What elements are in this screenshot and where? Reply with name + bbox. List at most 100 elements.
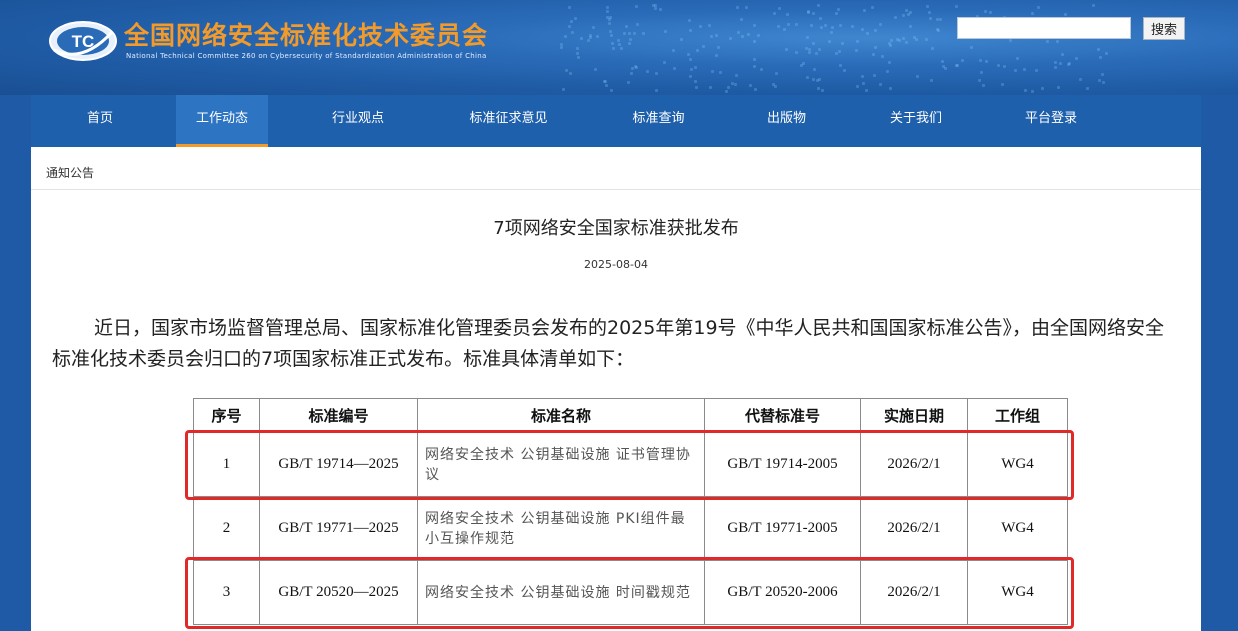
header-texture-dot [996, 63, 1000, 67]
header-texture-dot [1035, 68, 1039, 72]
header-texture-dot [941, 59, 945, 63]
header-texture-dot [808, 51, 812, 55]
header-texture-dot [820, 25, 824, 29]
header-texture-dot [838, 64, 842, 68]
header-texture-dot [753, 58, 757, 62]
header-texture-dot [831, 25, 835, 29]
header-texture-dot [862, 8, 866, 12]
header-texture-dot [838, 49, 842, 53]
table-row: 1 GB/T 19714—2025 网络安全技术 公钥基础设施 证书管理协议 G… [193, 432, 1068, 497]
header-texture-dot [880, 54, 884, 58]
header-texture-dot [611, 42, 615, 46]
header-texture-dot [865, 89, 869, 93]
header-texture-dot [714, 54, 718, 58]
header-texture-dot [808, 47, 812, 51]
search-button[interactable]: 搜索 [1143, 17, 1185, 40]
column-header: 工作组 [967, 398, 1068, 433]
header-texture-dot [642, 32, 646, 36]
header-texture-dot [805, 76, 809, 80]
header-texture-dot [1009, 39, 1013, 43]
header-texture-dot [693, 80, 697, 84]
article-date: 2025-08-04 [584, 258, 648, 271]
header-texture-dot [710, 34, 714, 38]
cell-index: 2 [193, 496, 260, 561]
header-texture-dot [714, 34, 718, 38]
cell-standard-number: GB/T 20520—2025 [259, 560, 418, 625]
nav-item-about-us[interactable]: 关于我们 [861, 95, 971, 147]
header-texture-dot [636, 23, 640, 27]
tc-logo-icon[interactable]: TC [48, 20, 118, 62]
header-texture-dot [904, 9, 908, 13]
header-texture-dot [841, 42, 845, 46]
header-texture-dot [752, 39, 756, 43]
header-texture-dot [888, 41, 892, 45]
header-texture-dot [815, 51, 819, 55]
header-texture-dot [1100, 72, 1104, 76]
header-texture-dot [816, 4, 820, 8]
column-header: 实施日期 [860, 398, 968, 433]
nav-item-platform-login[interactable]: 平台登录 [996, 95, 1106, 147]
header-texture-dot [754, 88, 758, 92]
header-texture-dot [855, 85, 859, 89]
header-texture-dot [794, 23, 798, 27]
header-texture-dot [809, 24, 813, 27]
header-texture-dot [984, 60, 988, 64]
header-texture-dot [1104, 51, 1108, 55]
header-texture-dot [812, 41, 816, 45]
cell-working-group: WG4 [967, 432, 1068, 497]
header-texture-dot [688, 29, 692, 33]
nav-item-work-news[interactable]: 工作动态 [176, 95, 268, 147]
table-header-row: 序号 标准编号 标准名称 代替标准号 实施日期 工作组 [193, 398, 1068, 433]
header-texture-dot [889, 86, 893, 90]
header-texture-dot [901, 37, 905, 41]
search-input[interactable] [957, 17, 1131, 39]
cell-effective-date: 2026/2/1 [860, 560, 968, 625]
header-texture-dot [629, 37, 633, 41]
header-texture-dot [794, 51, 798, 55]
header-texture-dot [753, 23, 757, 27]
nav-item-industry-views[interactable]: 行业观点 [303, 95, 413, 147]
header-texture-dot [823, 24, 827, 28]
header-texture-dot [579, 37, 583, 41]
header-texture-dot [664, 30, 668, 34]
header-texture-dot [785, 13, 789, 17]
header-texture-dot [908, 25, 912, 29]
header-texture-dot [913, 35, 917, 39]
header-texture-dot [862, 81, 866, 85]
header-texture-dot [830, 30, 834, 34]
header-texture-dot [850, 24, 854, 28]
header-texture-dot [842, 69, 846, 73]
header-texture-dot [591, 26, 595, 30]
header-texture-dot [888, 60, 892, 64]
header-texture-dot [698, 24, 702, 28]
header-texture-dot [777, 25, 781, 29]
header-texture-dot [745, 6, 749, 10]
header-texture-dot [925, 37, 929, 41]
nav-item-publications[interactable]: 出版物 [734, 95, 839, 147]
cell-effective-date: 2026/2/1 [860, 432, 968, 497]
breadcrumb[interactable]: 通知公告 [46, 164, 94, 181]
nav-item-standard-query[interactable]: 标准查询 [601, 95, 716, 147]
header-texture-dot [785, 47, 789, 51]
header-texture-dot [593, 67, 597, 71]
header-texture-dot [595, 34, 599, 38]
header-texture-dot [855, 40, 859, 44]
header-texture-dot [1054, 66, 1058, 70]
site-header: TC 全国网络安全标准化技术委员会 National Technical Com… [0, 0, 1238, 95]
nav-item-standard-comments[interactable]: 标准征求意见 [441, 95, 576, 147]
header-texture-dot [774, 85, 778, 89]
nav-item-home[interactable]: 首页 [31, 95, 169, 147]
site-title[interactable]: 全国网络安全标准化技术委员会 [124, 16, 488, 52]
header-texture-dot [800, 64, 804, 68]
standards-table: 序号 标准编号 标准名称 代替标准号 实施日期 工作组 1 GB/T 19714… [193, 398, 1068, 625]
header-texture-dot [627, 42, 631, 46]
cell-effective-date: 2026/2/1 [860, 496, 968, 561]
header-texture-dot [701, 44, 705, 48]
header-texture-dot [628, 32, 632, 35]
header-texture-dot [680, 37, 684, 41]
header-texture-dot [926, 4, 930, 8]
header-texture-dot [878, 22, 882, 26]
header-texture-dot [610, 34, 614, 38]
header-texture-dot [563, 34, 567, 38]
header-texture-dot [632, 31, 636, 35]
